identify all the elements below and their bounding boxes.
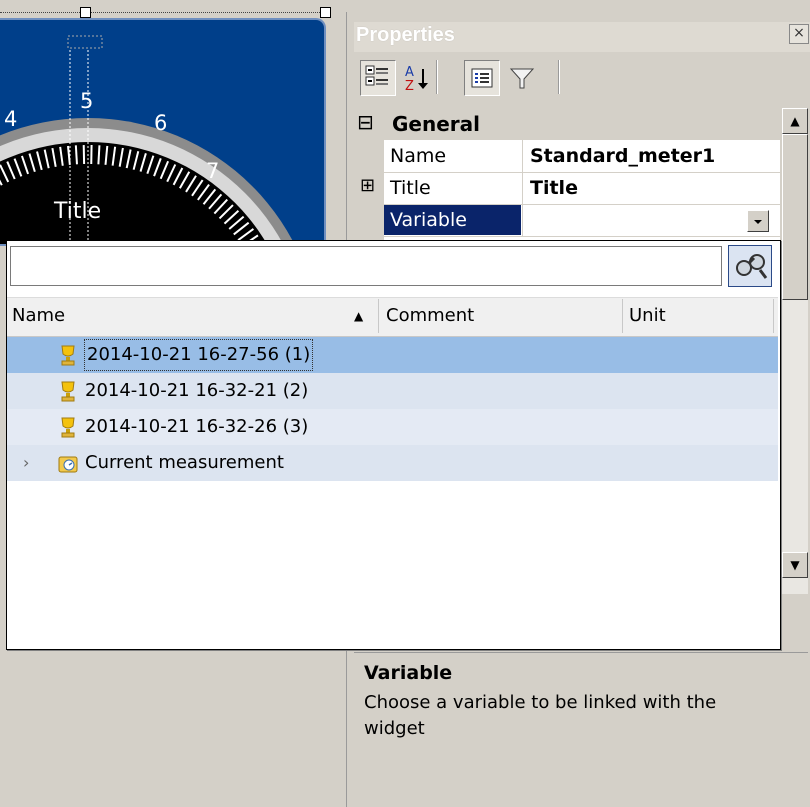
category-label: General	[392, 112, 480, 136]
property-value[interactable]: Standard_meter1	[530, 141, 715, 171]
toolbar-separator	[558, 60, 560, 94]
property-name[interactable]: Name	[384, 141, 521, 171]
filter-icon	[509, 68, 535, 89]
toolbar-separator	[436, 60, 438, 94]
dial-number: 4	[4, 107, 17, 131]
trophy-icon	[61, 417, 75, 438]
column-divider	[773, 299, 774, 333]
collapse-icon[interactable]: ⊟	[357, 110, 374, 134]
variable-search-input[interactable]	[10, 246, 722, 286]
column-divider[interactable]	[378, 299, 379, 333]
dial-tick	[74, 145, 78, 165]
dial-tick	[97, 145, 101, 165]
list-item-label: 2014-10-21 16-32-26 (3)	[85, 416, 309, 437]
properties-title: Properties	[356, 24, 455, 46]
scroll-thumb[interactable]	[782, 134, 808, 300]
resize-handle-top-right[interactable]	[320, 7, 331, 18]
meter-title: Title	[53, 199, 101, 224]
column-unit[interactable]: Unit	[629, 297, 666, 335]
svg-text:Z: Z	[405, 79, 414, 94]
label-guide	[67, 35, 103, 49]
chevron-down-icon	[754, 220, 762, 224]
list-item-label: 2014-10-21 16-27-56 (1)	[83, 339, 314, 371]
variable-dropdown-button[interactable]	[747, 210, 769, 232]
binoculars-icon	[736, 254, 768, 279]
scroll-down-button[interactable]: ▼	[782, 552, 808, 578]
search-button[interactable]	[728, 245, 772, 287]
column-name[interactable]: Name	[12, 297, 65, 335]
list-item[interactable]: 2014-10-21 16-27-56 (1)	[7, 337, 778, 373]
property-pages-button[interactable]	[464, 60, 500, 96]
expand-chevron-icon[interactable]: ›	[23, 445, 29, 481]
dial-number: 6	[154, 111, 167, 135]
close-button[interactable]: ×	[789, 24, 809, 44]
categorized-icon	[365, 65, 388, 86]
scroll-up-button[interactable]: ▲	[782, 108, 808, 134]
dial-number: 7	[206, 159, 219, 183]
list-item[interactable]: 2014-10-21 16-32-26 (3)	[7, 409, 778, 445]
alphabetical-sort-button[interactable]: A Z	[398, 60, 434, 96]
help-title: Variable	[364, 662, 453, 684]
column-divider[interactable]	[622, 299, 623, 333]
dial-number: 5	[80, 89, 93, 113]
list-item-label: Current measurement	[85, 452, 284, 473]
sort-az-icon: A Z	[405, 65, 428, 94]
filter-button[interactable]	[504, 60, 540, 96]
standard-meter-widget[interactable]: 4 5 6 7 Title	[0, 18, 326, 246]
meter-dial: 4 5 6 7 Title	[0, 35, 295, 244]
property-pages-icon	[471, 68, 493, 88]
categorized-view-button[interactable]	[360, 60, 396, 96]
selection-border	[0, 12, 330, 15]
svg-text:A: A	[405, 65, 414, 80]
trophy-icon	[61, 381, 75, 402]
property-value[interactable]: Title	[530, 173, 578, 203]
list-item[interactable]: › Current measurement	[7, 445, 778, 481]
sort-ascending-icon: ▲	[354, 309, 364, 323]
measurement-folder-icon	[58, 456, 78, 473]
resize-handle-top[interactable]	[80, 7, 91, 18]
expand-icon[interactable]: ⊞	[360, 175, 375, 196]
property-name[interactable]: Title	[384, 173, 521, 203]
column-comment[interactable]: Comment	[386, 297, 474, 335]
property-name[interactable]: Variable	[384, 205, 521, 235]
list-item-label: 2014-10-21 16-32-21 (2)	[85, 380, 309, 401]
column-splitter[interactable]	[522, 140, 523, 236]
list-item[interactable]: 2014-10-21 16-32-21 (2)	[7, 373, 778, 409]
trophy-icon	[61, 345, 75, 366]
help-description: Choose a variable to be linked with the …	[364, 692, 717, 739]
